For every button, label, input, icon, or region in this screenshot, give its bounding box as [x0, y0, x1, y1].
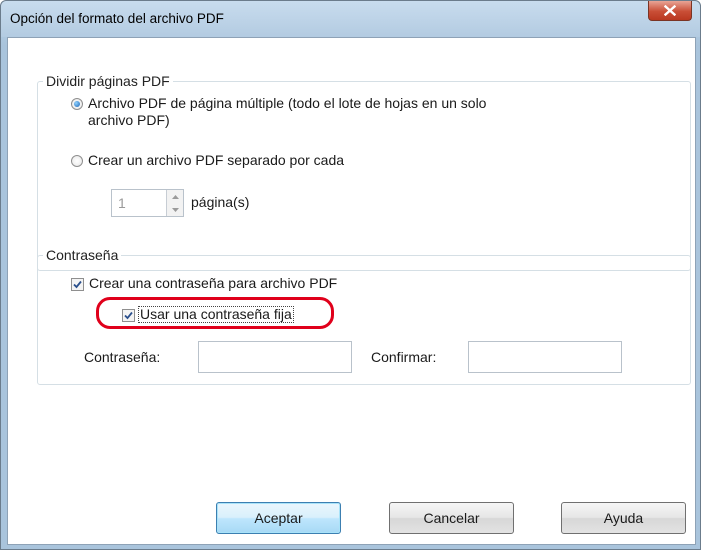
radio-multipage[interactable] — [71, 98, 83, 110]
spinner-down-button[interactable] — [167, 203, 183, 216]
radio-multipage-label-line2: archivo PDF) — [88, 112, 170, 128]
pages-spinner-value[interactable]: 1 — [118, 195, 126, 211]
close-button[interactable] — [648, 1, 692, 21]
radio-multipage-label-line1: Archivo PDF de página múltiple (todo el … — [88, 95, 487, 111]
help-button[interactable]: Ayuda — [561, 502, 686, 534]
title-bar[interactable]: Opción del formato del archivo PDF — [1, 1, 700, 37]
radio-multipage-label: Archivo PDF de página múltiple (todo el … — [88, 95, 486, 129]
create-password-checkbox[interactable] — [71, 278, 84, 291]
chevron-down-icon — [171, 207, 179, 212]
password-input[interactable] — [198, 341, 352, 373]
check-icon — [73, 280, 82, 289]
radio-separate-label: Crear un archivo PDF separado por cada — [88, 152, 345, 168]
radio-separate-option[interactable]: Crear un archivo PDF separado por cada — [71, 152, 344, 169]
red-highlight-annotation — [96, 297, 334, 329]
create-password-label: Crear una contraseña para archivo PDF — [89, 275, 338, 291]
spinner-up-button[interactable] — [167, 190, 183, 204]
create-password-option[interactable]: Crear una contraseña para archivo PDF — [71, 275, 337, 292]
pages-spinner[interactable]: 1 — [111, 189, 184, 217]
dialog-window: Opción del formato del archivo PDF Divid… — [0, 0, 701, 550]
password-field-label: Contraseña: — [84, 349, 161, 365]
radio-separate[interactable] — [71, 155, 83, 167]
confirm-field-label: Confirmar: — [371, 349, 437, 365]
window-title: Opción del formato del archivo PDF — [10, 11, 224, 26]
dialog-client-area: Dividir páginas PDF Archivo PDF de págin… — [7, 37, 696, 545]
password-group-label: Contraseña — [43, 247, 122, 263]
radio-multipage-option[interactable]: Archivo PDF de página múltiple (todo el … — [71, 95, 486, 129]
close-x-icon — [664, 5, 676, 16]
confirm-password-input[interactable] — [468, 341, 622, 373]
ok-button[interactable]: Aceptar — [216, 502, 341, 534]
split-pages-group-label: Dividir páginas PDF — [43, 73, 173, 89]
spinner-buttons — [166, 190, 183, 216]
pages-label: página(s) — [191, 194, 250, 210]
cancel-button[interactable]: Cancelar — [389, 502, 514, 534]
chevron-up-icon — [171, 194, 179, 199]
